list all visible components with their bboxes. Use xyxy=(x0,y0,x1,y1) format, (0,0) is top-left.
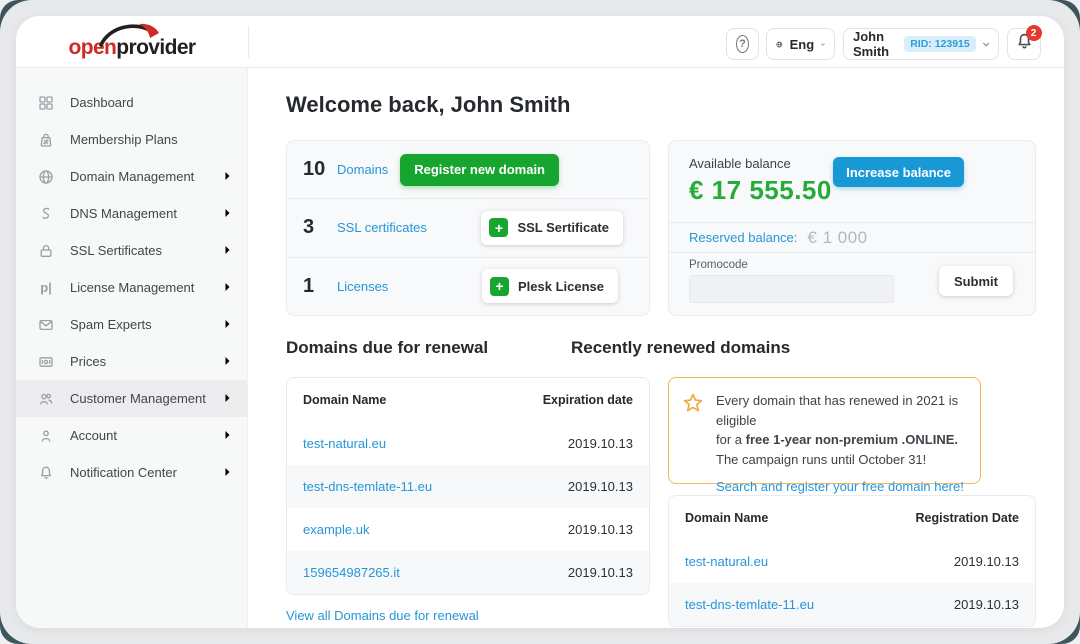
plus-icon: + xyxy=(490,277,509,296)
table-row: test-natural.eu 2019.10.13 xyxy=(287,422,649,465)
main-content: Welcome back, John Smith 10 Domains Regi… xyxy=(248,68,1064,628)
available-balance-section: Available balance € 17 555.50 Increase b… xyxy=(669,141,1035,223)
domain-link[interactable]: 159654987265.it xyxy=(303,565,400,580)
person-icon xyxy=(38,428,54,444)
chevron-right-icon xyxy=(224,279,231,297)
ssl-count: 3 xyxy=(303,216,337,239)
chevron-down-icon xyxy=(821,41,825,48)
rid-badge: RID: 123915 xyxy=(904,36,976,52)
plesk-license-icon: p| xyxy=(38,280,54,296)
promocode-input[interactable] xyxy=(689,275,894,303)
account-stats-card: 10 Domains Register new domain 3 SSL cer… xyxy=(286,140,650,316)
logo-swoosh-icon xyxy=(95,21,173,47)
chevron-right-icon xyxy=(224,316,231,334)
top-bar: openprovider ? Eng John Smith RID: 12391… xyxy=(16,16,1064,68)
licenses-count: 1 xyxy=(303,275,337,298)
table-header-row: Domain Name Registration Date xyxy=(669,496,1035,540)
sidebar-item-account[interactable]: Account xyxy=(16,417,247,454)
chevron-right-icon xyxy=(224,242,231,260)
logo[interactable]: openprovider xyxy=(16,16,248,68)
dashboard-grid-icon xyxy=(38,95,54,111)
mail-icon xyxy=(38,317,54,333)
sidebar-item-ssl-sertificates[interactable]: SSL Sertificates xyxy=(16,232,247,269)
price-card-icon xyxy=(38,354,54,370)
sidebar-item-dns-management[interactable]: DNS Management xyxy=(16,195,247,232)
globe-icon xyxy=(776,36,783,53)
reserved-balance-label: Reserved balance: xyxy=(689,230,797,245)
app-window: openprovider ? Eng John Smith RID: 12391… xyxy=(16,16,1064,628)
stats-row-ssl: 3 SSL certificates + SSL Sertificate xyxy=(287,198,649,256)
notifications-button[interactable]: 2 xyxy=(1007,28,1041,60)
domain-link[interactable]: test-dns-temlate-11.eu xyxy=(303,479,432,494)
sidebar-item-prices[interactable]: Prices xyxy=(16,343,247,380)
sidebar-item-notification-center[interactable]: Notification Center xyxy=(16,454,247,491)
online-promo-banner: Every domain that has renewed in 2021 is… xyxy=(668,377,981,484)
notification-count-badge: 2 xyxy=(1026,25,1042,41)
domain-link[interactable]: example.uk xyxy=(303,522,369,537)
chevron-right-icon xyxy=(224,464,231,482)
help-button[interactable]: ? xyxy=(726,28,759,60)
table-row: test-dns-temlate-11.eu 2019.10.13 xyxy=(287,465,649,508)
chevron-right-icon xyxy=(224,427,231,445)
dns-curve-icon xyxy=(38,206,54,222)
stats-row-licenses: 1 Licenses + Plesk License xyxy=(287,257,649,315)
table-row: test-natural.eu 2019.10.13 xyxy=(669,540,1035,583)
desktop-backdrop: openprovider ? Eng John Smith RID: 12391… xyxy=(0,0,1080,644)
recently-renewed-table: Domain Name Registration Date test-natur… xyxy=(668,495,1036,627)
user-menu[interactable]: John Smith RID: 123915 xyxy=(843,28,999,60)
add-ssl-sertificate-button[interactable]: + SSL Sertificate xyxy=(481,211,623,245)
sidebar-item-dashboard[interactable]: Dashboard xyxy=(16,84,247,121)
customers-icon xyxy=(38,391,54,407)
stats-row-domains: 10 Domains Register new domain xyxy=(287,141,649,198)
user-name: John Smith xyxy=(853,29,897,59)
sidebar-item-customer-management[interactable]: Customer Management xyxy=(16,380,247,417)
chevron-right-icon xyxy=(224,168,231,186)
domain-link[interactable]: test-dns-temlate-11.eu xyxy=(685,597,814,612)
help-icon: ? xyxy=(736,35,749,53)
sidebar: Dashboard Membership Plans Domain Manage… xyxy=(16,68,248,628)
renewed-section-title: Recently renewed domains xyxy=(571,338,790,358)
sidebar-item-spam-experts[interactable]: Spam Experts xyxy=(16,306,247,343)
increase-balance-button[interactable]: Increase balance xyxy=(833,157,964,187)
lock-icon xyxy=(38,243,54,259)
renewal-section-title: Domains due for renewal xyxy=(286,338,488,358)
reserved-balance-value: € 1 000 xyxy=(807,228,867,248)
header-divider xyxy=(248,26,249,58)
reserved-balance-section: Reserved balance: € 1 000 xyxy=(669,223,1035,253)
domain-link[interactable]: test-natural.eu xyxy=(685,554,768,569)
view-all-renewals-link[interactable]: View all Domains due for renewal xyxy=(286,608,479,623)
chevron-right-icon xyxy=(224,205,231,223)
sidebar-item-membership-plans[interactable]: Membership Plans xyxy=(16,121,247,158)
table-header-row: Domain Name Expiration date xyxy=(287,378,649,422)
table-row: test-dns-temlate-11.eu 2019.10.13 xyxy=(669,583,1035,626)
register-new-domain-button[interactable]: Register new domain xyxy=(400,154,559,186)
promo-text: Every domain that has renewed in 2021 is… xyxy=(716,391,966,483)
sidebar-item-license-management[interactable]: p| License Management xyxy=(16,269,247,306)
bell-icon xyxy=(38,465,54,481)
promocode-submit-button[interactable]: Submit xyxy=(939,266,1013,296)
domain-link[interactable]: test-natural.eu xyxy=(303,436,386,451)
table-row: 159654987265.it 2019.10.13 xyxy=(287,551,649,594)
table-row: example.uk 2019.10.13 xyxy=(287,508,649,551)
chevron-right-icon xyxy=(224,390,231,408)
language-selector[interactable]: Eng xyxy=(766,28,835,60)
balance-card: Available balance € 17 555.50 Increase b… xyxy=(668,140,1036,316)
language-label: Eng xyxy=(790,37,815,52)
globe-icon xyxy=(38,169,54,185)
ssl-certificates-link[interactable]: SSL certificates xyxy=(337,220,427,235)
membership-bag-icon xyxy=(38,132,54,148)
licenses-link[interactable]: Licenses xyxy=(337,279,388,294)
page-title: Welcome back, John Smith xyxy=(286,92,570,118)
sidebar-item-domain-management[interactable]: Domain Management xyxy=(16,158,247,195)
domains-count: 10 xyxy=(303,158,337,181)
add-plesk-license-button[interactable]: + Plesk License xyxy=(482,269,618,303)
domains-due-renewal-table: Domain Name Expiration date test-natural… xyxy=(286,377,650,595)
domains-link[interactable]: Domains xyxy=(337,162,388,177)
plus-icon: + xyxy=(489,218,508,237)
star-icon xyxy=(683,391,703,483)
chevron-right-icon xyxy=(224,353,231,371)
promocode-section: Promocode Submit xyxy=(669,253,1035,303)
chevron-down-icon xyxy=(983,41,989,48)
